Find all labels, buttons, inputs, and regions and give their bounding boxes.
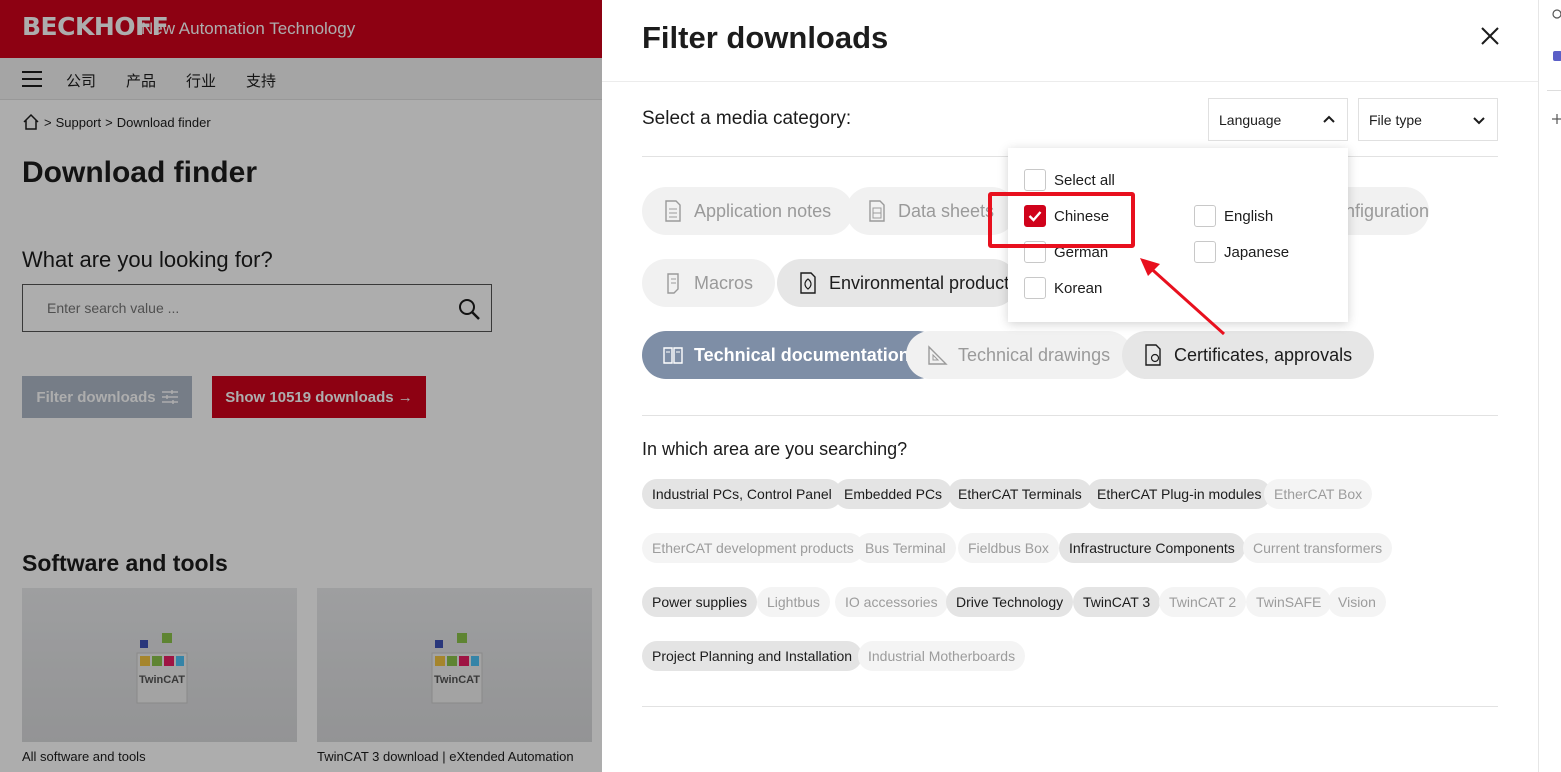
browser-side-strip	[1538, 0, 1561, 772]
area-chip[interactable]: Infrastructure Components	[1059, 533, 1245, 563]
language-option-korean[interactable]: Korean	[1024, 277, 1102, 299]
book-icon	[663, 347, 683, 364]
category-label: Data sheets	[898, 200, 995, 221]
app-icon[interactable]	[1551, 48, 1561, 64]
area-chip[interactable]: Lightbus	[757, 587, 830, 617]
area-chip[interactable]: TwinCAT 2	[1159, 587, 1247, 617]
chevron-up-icon	[1323, 115, 1335, 123]
option-label: Korean	[1054, 279, 1103, 297]
category-technical-drawings[interactable]: Technical drawings	[906, 331, 1133, 379]
drawer-header: Filter downloads	[602, 0, 1538, 82]
category-technical-documentations[interactable]: Technical documentations	[642, 331, 942, 379]
drawer-title: Filter downloads	[642, 20, 889, 55]
chevron-down-icon	[1473, 117, 1485, 125]
area-chip[interactable]: EtherCAT Box	[1264, 479, 1373, 509]
area-chip[interactable]: Bus Terminal	[855, 533, 956, 563]
divider	[642, 415, 1498, 416]
area-chip[interactable]: TwinSAFE	[1246, 587, 1332, 617]
area-label: In which area are you searching?	[642, 439, 908, 459]
option-label: English	[1224, 207, 1274, 225]
category-macros[interactable]: Macros	[642, 259, 776, 307]
option-label: Japanese	[1224, 243, 1290, 261]
language-dropdown-label: Language	[1219, 112, 1282, 128]
language-dropdown[interactable]: Language	[1208, 98, 1348, 141]
category-label: Macros	[694, 272, 754, 293]
category-label: Technical drawings	[958, 344, 1111, 365]
leaf-icon	[800, 272, 816, 294]
checkbox[interactable]	[1024, 277, 1046, 299]
annotation-highlight-box	[988, 192, 1135, 248]
area-chip[interactable]: Industrial PCs, Control Panel	[642, 479, 842, 509]
option-label: Select all	[1054, 171, 1115, 189]
area-chip[interactable]: EtherCAT Plug-in modules	[1087, 479, 1272, 509]
checkbox[interactable]	[1024, 169, 1046, 191]
circle-icon	[1552, 9, 1561, 19]
language-option-english[interactable]: English	[1194, 205, 1273, 227]
category-label: Certificates, approvals	[1174, 344, 1353, 365]
category-label: Technical documentations	[694, 344, 920, 365]
filetype-dropdown[interactable]: File type	[1358, 98, 1498, 141]
area-chip[interactable]: Power supplies	[642, 587, 757, 617]
area-chip[interactable]: Embedded PCs	[834, 479, 953, 509]
datasheet-icon	[869, 200, 885, 222]
area-chip[interactable]: Drive Technology	[946, 587, 1074, 617]
area-chip[interactable]: Vision	[1328, 587, 1386, 617]
filetype-dropdown-label: File type	[1369, 112, 1422, 128]
media-category-label: Select a media category:	[642, 108, 852, 129]
annotation-arrow-icon	[1140, 258, 1226, 336]
checkbox[interactable]	[1194, 205, 1216, 227]
category-environmental-compliance[interactable]: Environmental product compliance	[777, 259, 1017, 307]
language-option-select-all[interactable]: Select all	[1024, 169, 1115, 191]
area-chip[interactable]: Current transformers	[1243, 533, 1393, 563]
macro-icon	[667, 273, 679, 294]
plus-icon[interactable]	[1551, 112, 1561, 126]
document-icon	[665, 200, 681, 222]
area-chip[interactable]: EtherCAT Terminals	[948, 479, 1092, 509]
close-icon[interactable]	[1478, 24, 1502, 48]
filter-drawer: Filter downloads Select a media category…	[602, 0, 1538, 772]
divider	[1547, 90, 1561, 91]
certificate-icon	[1145, 344, 1161, 366]
divider	[642, 706, 1498, 707]
area-chip[interactable]: TwinCAT 3	[1073, 587, 1161, 617]
area-chip[interactable]: Fieldbus Box	[958, 533, 1059, 563]
category-label: Application notes	[694, 200, 832, 221]
category-application-notes[interactable]: Application notes	[642, 187, 854, 235]
area-chip[interactable]: Project Planning and Installation	[642, 641, 863, 671]
area-chip[interactable]: Industrial Motherboards	[858, 641, 1026, 671]
category-label: Environmental product compliance	[829, 272, 1017, 293]
area-chip[interactable]: EtherCAT development products	[642, 533, 864, 563]
area-chip[interactable]: IO accessories	[835, 587, 948, 617]
ruler-icon	[928, 345, 948, 365]
